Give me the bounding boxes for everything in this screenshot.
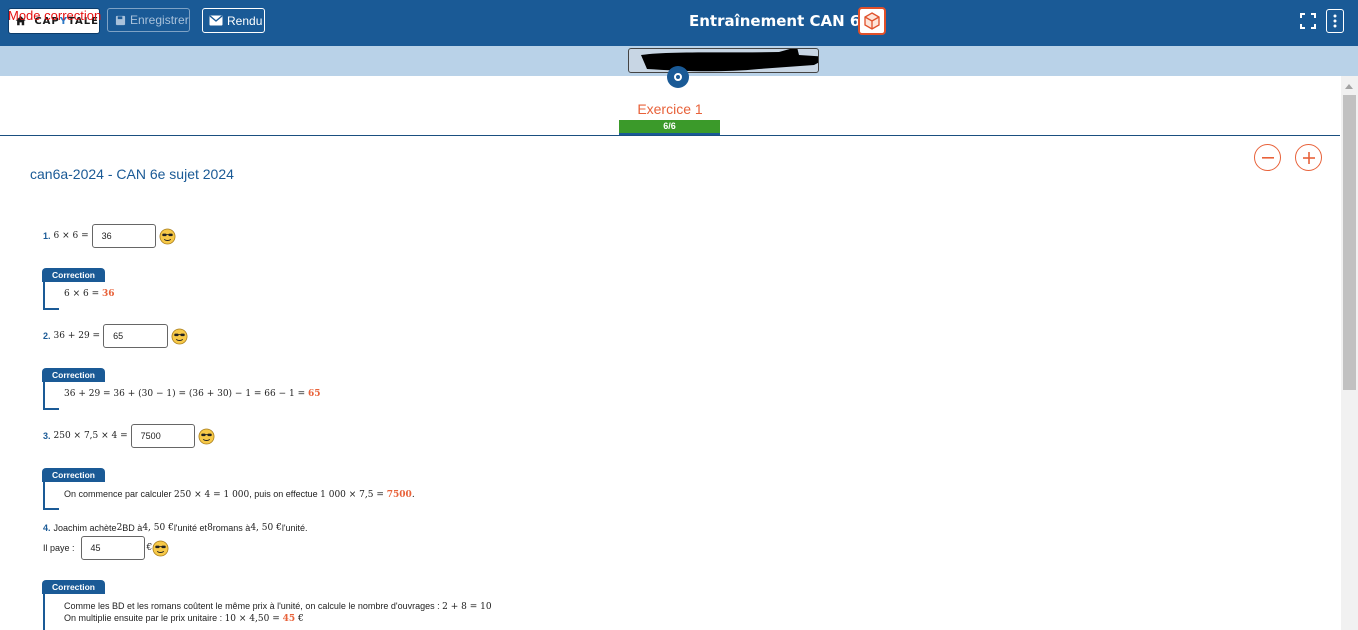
cool-smiley-icon bbox=[152, 540, 169, 556]
save-button[interactable]: Enregistrer bbox=[107, 8, 190, 32]
redacted-name bbox=[641, 49, 818, 72]
separator bbox=[0, 135, 1340, 136]
correction-text-1: 6 × 6 = 36 bbox=[64, 289, 115, 299]
correction-bar-1 bbox=[43, 282, 45, 310]
activity-logo bbox=[858, 7, 886, 35]
scroll-thumb[interactable] bbox=[1343, 95, 1356, 390]
answer-input-4[interactable]: 45 bbox=[80, 536, 145, 560]
scroll-up-arrow[interactable] bbox=[1345, 84, 1353, 89]
correction-bar-4 bbox=[43, 594, 45, 630]
envelope-icon bbox=[209, 15, 223, 26]
question-2: 2. 36 + 29 = 65 bbox=[43, 324, 188, 348]
correction-text-2: 36 + 29 = 36 + (30 − 1) = (36 + 30) − 1 … bbox=[64, 389, 321, 399]
save-icon bbox=[115, 15, 126, 25]
answer-input-1[interactable]: 36 bbox=[91, 224, 156, 248]
plus-icon bbox=[1302, 151, 1315, 164]
correction-bar-2 bbox=[43, 382, 45, 410]
correction-tab-2: Correction bbox=[42, 368, 105, 382]
more-menu-button[interactable] bbox=[1326, 9, 1344, 33]
correction-text-4-line2: On multiplie ensuite par le prix unitair… bbox=[64, 613, 304, 624]
fullscreen-icon[interactable] bbox=[1300, 13, 1316, 29]
progress-bar: 6/6 bbox=[619, 120, 720, 133]
correction-bar-3 bbox=[43, 482, 45, 510]
question-4: Il paye : 45 € bbox=[43, 536, 169, 560]
correction-text-3: On commence par calculer 250 × 4 = 1 000… bbox=[64, 489, 415, 500]
correction-foot-3 bbox=[43, 508, 59, 510]
student-nav-button[interactable] bbox=[667, 66, 689, 88]
cool-smiley-icon bbox=[171, 328, 188, 344]
answer-input-3[interactable]: 7500 bbox=[130, 424, 195, 448]
correction-foot-2 bbox=[43, 408, 59, 410]
exercise-title: Exercice 1 bbox=[637, 101, 703, 117]
zoom-out-button[interactable] bbox=[1254, 144, 1281, 171]
correction-text-4-line1: Comme les BD et les romans coûtent le mê… bbox=[64, 601, 492, 612]
page-title: Entraînement CAN 6e bbox=[689, 12, 871, 30]
correction-tab-3: Correction bbox=[42, 468, 105, 482]
cube-icon bbox=[864, 12, 880, 30]
mode-label: Mode correction bbox=[8, 8, 102, 23]
cool-smiley-icon bbox=[159, 228, 176, 244]
question-3: 3. 250 × 7,5 × 4 = 7500 bbox=[43, 424, 215, 448]
answer-input-2[interactable]: 65 bbox=[103, 324, 169, 348]
zoom-in-button[interactable] bbox=[1295, 144, 1322, 171]
exercise-subtitle: can6a-2024 - CAN 6e sujet 2024 bbox=[30, 166, 234, 182]
cool-smiley-icon bbox=[198, 428, 215, 444]
correction-tab-1: Correction bbox=[42, 268, 105, 282]
kebab-icon bbox=[1333, 14, 1337, 28]
student-selector[interactable] bbox=[628, 48, 819, 73]
rendu-button[interactable]: Rendu bbox=[202, 8, 265, 33]
correction-tab-4: Correction bbox=[42, 580, 105, 594]
correction-foot-1 bbox=[43, 308, 59, 310]
save-label: Enregistrer bbox=[130, 13, 189, 27]
minus-icon bbox=[1261, 156, 1274, 159]
question-1: 1. 6 × 6 = 36 bbox=[43, 224, 176, 248]
question-4-statement: 4. Joachim achète 2 BD à 4, 50 € l'unité… bbox=[43, 523, 308, 533]
rendu-label: Rendu bbox=[227, 13, 263, 28]
